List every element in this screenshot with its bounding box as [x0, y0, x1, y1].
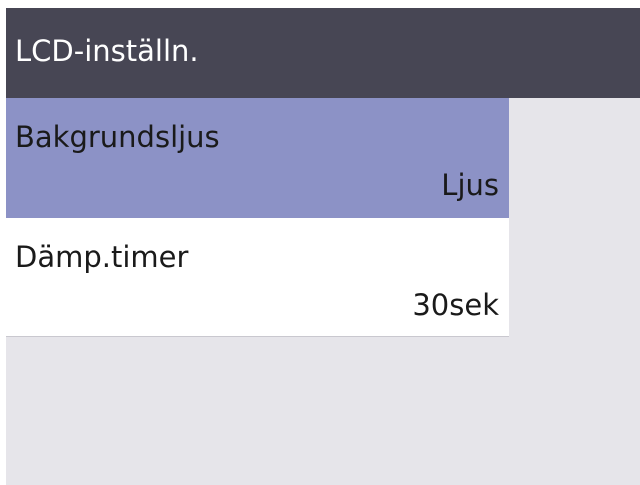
menu-item-label: Bakgrundsljus: [15, 120, 220, 154]
menu-item-dim-timer[interactable]: Dämp.timer 30sek: [6, 218, 509, 337]
menu-item-label: Dämp.timer: [15, 240, 189, 274]
settings-menu-list: Bakgrundsljus Ljus Dämp.timer 30sek: [6, 98, 509, 337]
title-bar: LCD-inställn.: [6, 8, 640, 98]
menu-item-value: Ljus: [441, 168, 499, 202]
page-title: LCD-inställn.: [15, 34, 199, 68]
menu-item-backlight[interactable]: Bakgrundsljus Ljus: [6, 98, 509, 218]
menu-item-value: 30sek: [412, 288, 499, 322]
lcd-screen: LCD-inställn. Bakgrundsljus Ljus Dämp.ti…: [6, 8, 640, 485]
